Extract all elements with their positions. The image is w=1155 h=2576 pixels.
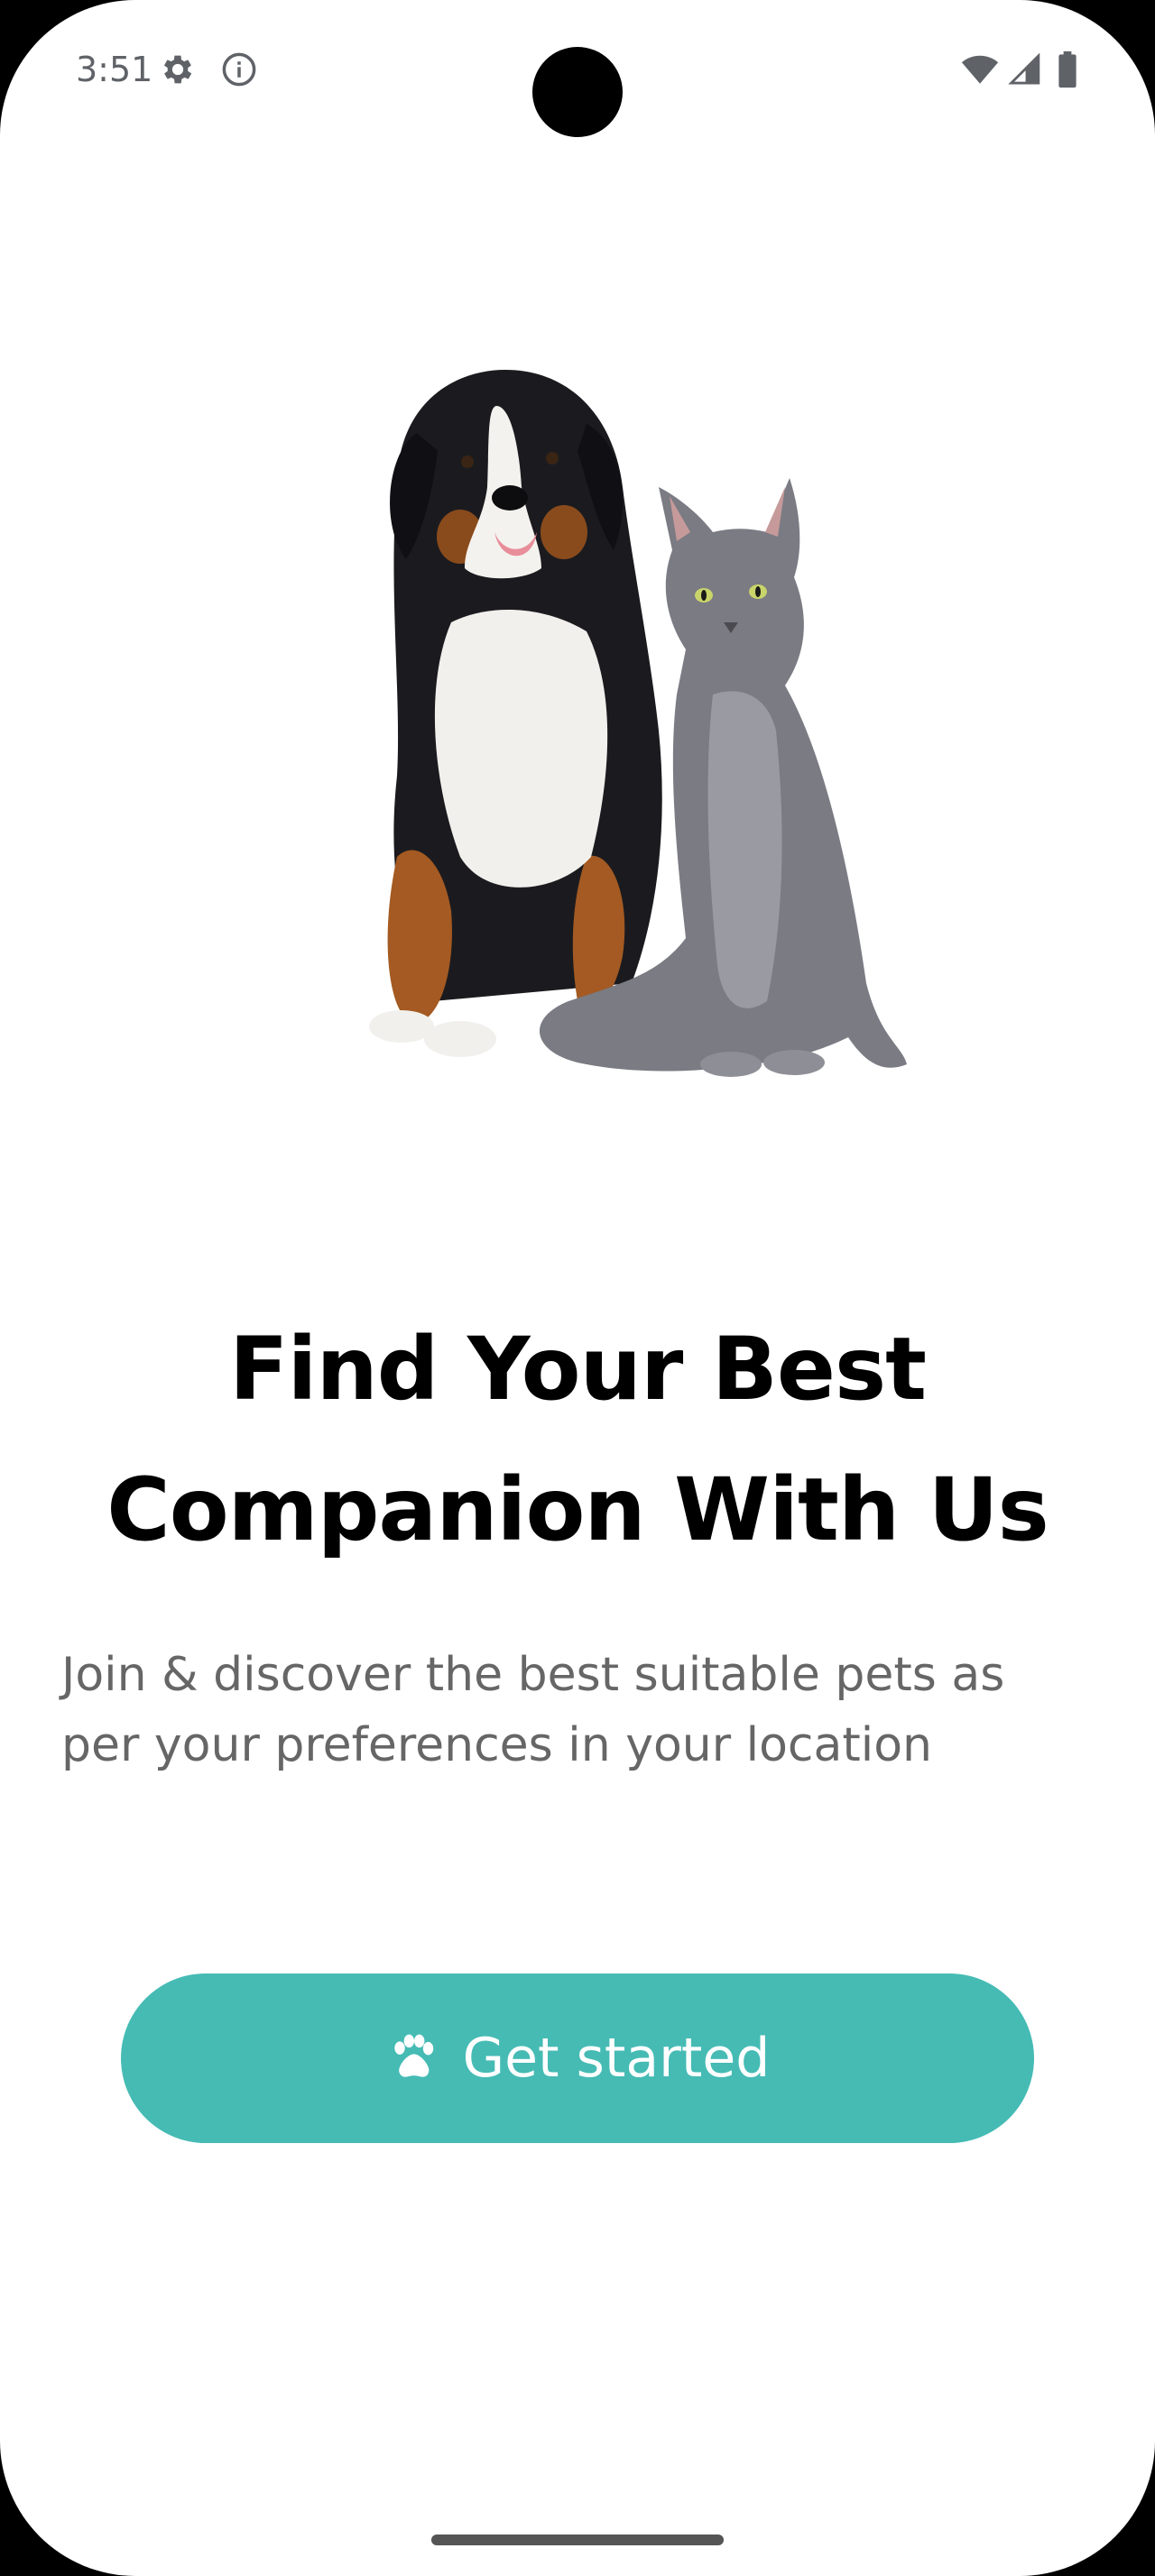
get-started-button[interactable]: Get started xyxy=(121,1973,1034,2143)
page-subtitle: Join & discover the best suitable pets a… xyxy=(61,1640,1108,1780)
camera-cutout xyxy=(532,47,623,137)
subtitle-line-2: per your preferences in your location xyxy=(61,1718,932,1772)
title-line-2: Companion With Us xyxy=(106,1459,1049,1560)
gear-icon xyxy=(163,55,192,84)
screen: 3:51 Find Your Best Companion With Us Jo… xyxy=(0,0,1155,2576)
status-bar: 3:51 xyxy=(0,0,1155,144)
status-time: 3:51 xyxy=(76,50,153,89)
dog-and-cat-illustration xyxy=(369,370,907,1077)
paw-icon xyxy=(393,2034,433,2077)
info-icon xyxy=(222,52,256,87)
battery-icon xyxy=(1058,51,1076,88)
title-line-1: Find Your Best xyxy=(228,1319,927,1420)
subtitle-line-1: Join & discover the best suitable pets a… xyxy=(61,1648,1005,1702)
signal-icon xyxy=(1008,52,1040,85)
page-title: Find Your Best Companion With Us xyxy=(36,1299,1119,1580)
wifi-icon xyxy=(961,55,999,84)
get-started-label: Get started xyxy=(462,2027,771,2090)
home-indicator[interactable] xyxy=(431,2535,724,2545)
